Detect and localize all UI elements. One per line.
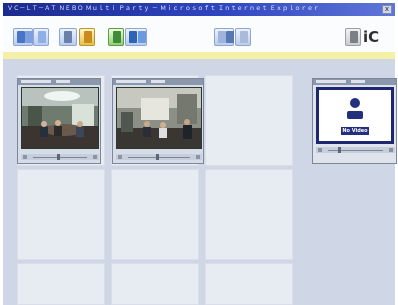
mute-icon[interactable] — [23, 155, 27, 159]
grid-cell — [205, 75, 293, 166]
window-title: ＶＣ－ＬＴ－ＡＴ ＮＥＢＯ Ｍｕｌｔｉ Ｐａｒｔｙ － Ｍｉｃｒｏｓｏｆｔ Ｉｎ… — [7, 5, 320, 12]
refresh-icon — [38, 31, 46, 43]
lock-icon — [84, 31, 92, 43]
speaker-icon[interactable] — [93, 155, 97, 159]
screen-icon — [218, 31, 226, 43]
layout-icon — [25, 31, 33, 43]
grid-cell — [111, 263, 199, 305]
open-folder-button[interactable] — [59, 28, 77, 46]
video-feed[interactable] — [116, 87, 202, 149]
screen-share-button[interactable] — [214, 28, 234, 46]
speaker-icon[interactable] — [389, 148, 393, 152]
screen-icon — [226, 31, 234, 43]
volume-control[interactable] — [116, 154, 202, 160]
settings-button[interactable] — [345, 28, 361, 46]
layout-icon — [17, 31, 25, 43]
lock-button[interactable] — [79, 28, 95, 46]
window-icon — [240, 31, 248, 43]
video-window[interactable]: No Video — [312, 78, 397, 164]
participants-button[interactable] — [108, 28, 124, 46]
no-video-label: No Video — [341, 127, 369, 135]
grid-cell — [205, 169, 293, 260]
video-window-titlebar[interactable] — [18, 79, 100, 85]
window-button[interactable] — [235, 28, 251, 46]
volume-slider-handle[interactable] — [156, 154, 159, 160]
video-window-titlebar[interactable] — [113, 79, 203, 85]
status-highlight-bar — [3, 52, 395, 59]
title-bar: ＶＣ－ＬＴ－ＡＴ ＮＥＢＯ Ｍｕｌｔｉ Ｐａｒｔｙ － Ｍｉｃｒｏｓｏｆｔ Ｉｎ… — [3, 3, 395, 16]
video-window[interactable] — [17, 78, 101, 164]
camera-toggle-button[interactable] — [125, 28, 147, 46]
volume-slider-handle[interactable] — [338, 147, 341, 153]
grid-cell — [17, 169, 105, 260]
close-icon[interactable]: x — [382, 5, 392, 14]
mute-icon[interactable] — [318, 148, 322, 152]
grid-cell — [17, 263, 105, 305]
settings-icon — [350, 31, 358, 43]
people-icon — [113, 31, 121, 43]
conference-room-image — [22, 88, 98, 148]
camera-icon — [138, 31, 146, 43]
folder-icon — [64, 31, 72, 43]
brand-logo: iC — [363, 28, 380, 46]
mute-icon[interactable] — [118, 155, 122, 159]
volume-slider-handle[interactable] — [57, 154, 60, 160]
video-window-titlebar[interactable] — [313, 79, 396, 85]
video-grid-area: No Video — [3, 59, 397, 305]
refresh-button[interactable] — [33, 28, 49, 46]
speaker-icon[interactable] — [196, 155, 200, 159]
camera-icon — [129, 31, 137, 43]
video-feed[interactable] — [21, 87, 99, 149]
layout-view-button[interactable] — [13, 28, 33, 46]
volume-control[interactable] — [21, 154, 99, 160]
grid-cell — [205, 263, 293, 305]
no-video-panel[interactable]: No Video — [316, 87, 394, 144]
meeting-room-image — [117, 88, 201, 148]
video-window[interactable] — [112, 78, 204, 164]
toolbar: iC — [3, 16, 395, 52]
grid-cell — [111, 169, 199, 260]
volume-control[interactable] — [316, 147, 395, 153]
